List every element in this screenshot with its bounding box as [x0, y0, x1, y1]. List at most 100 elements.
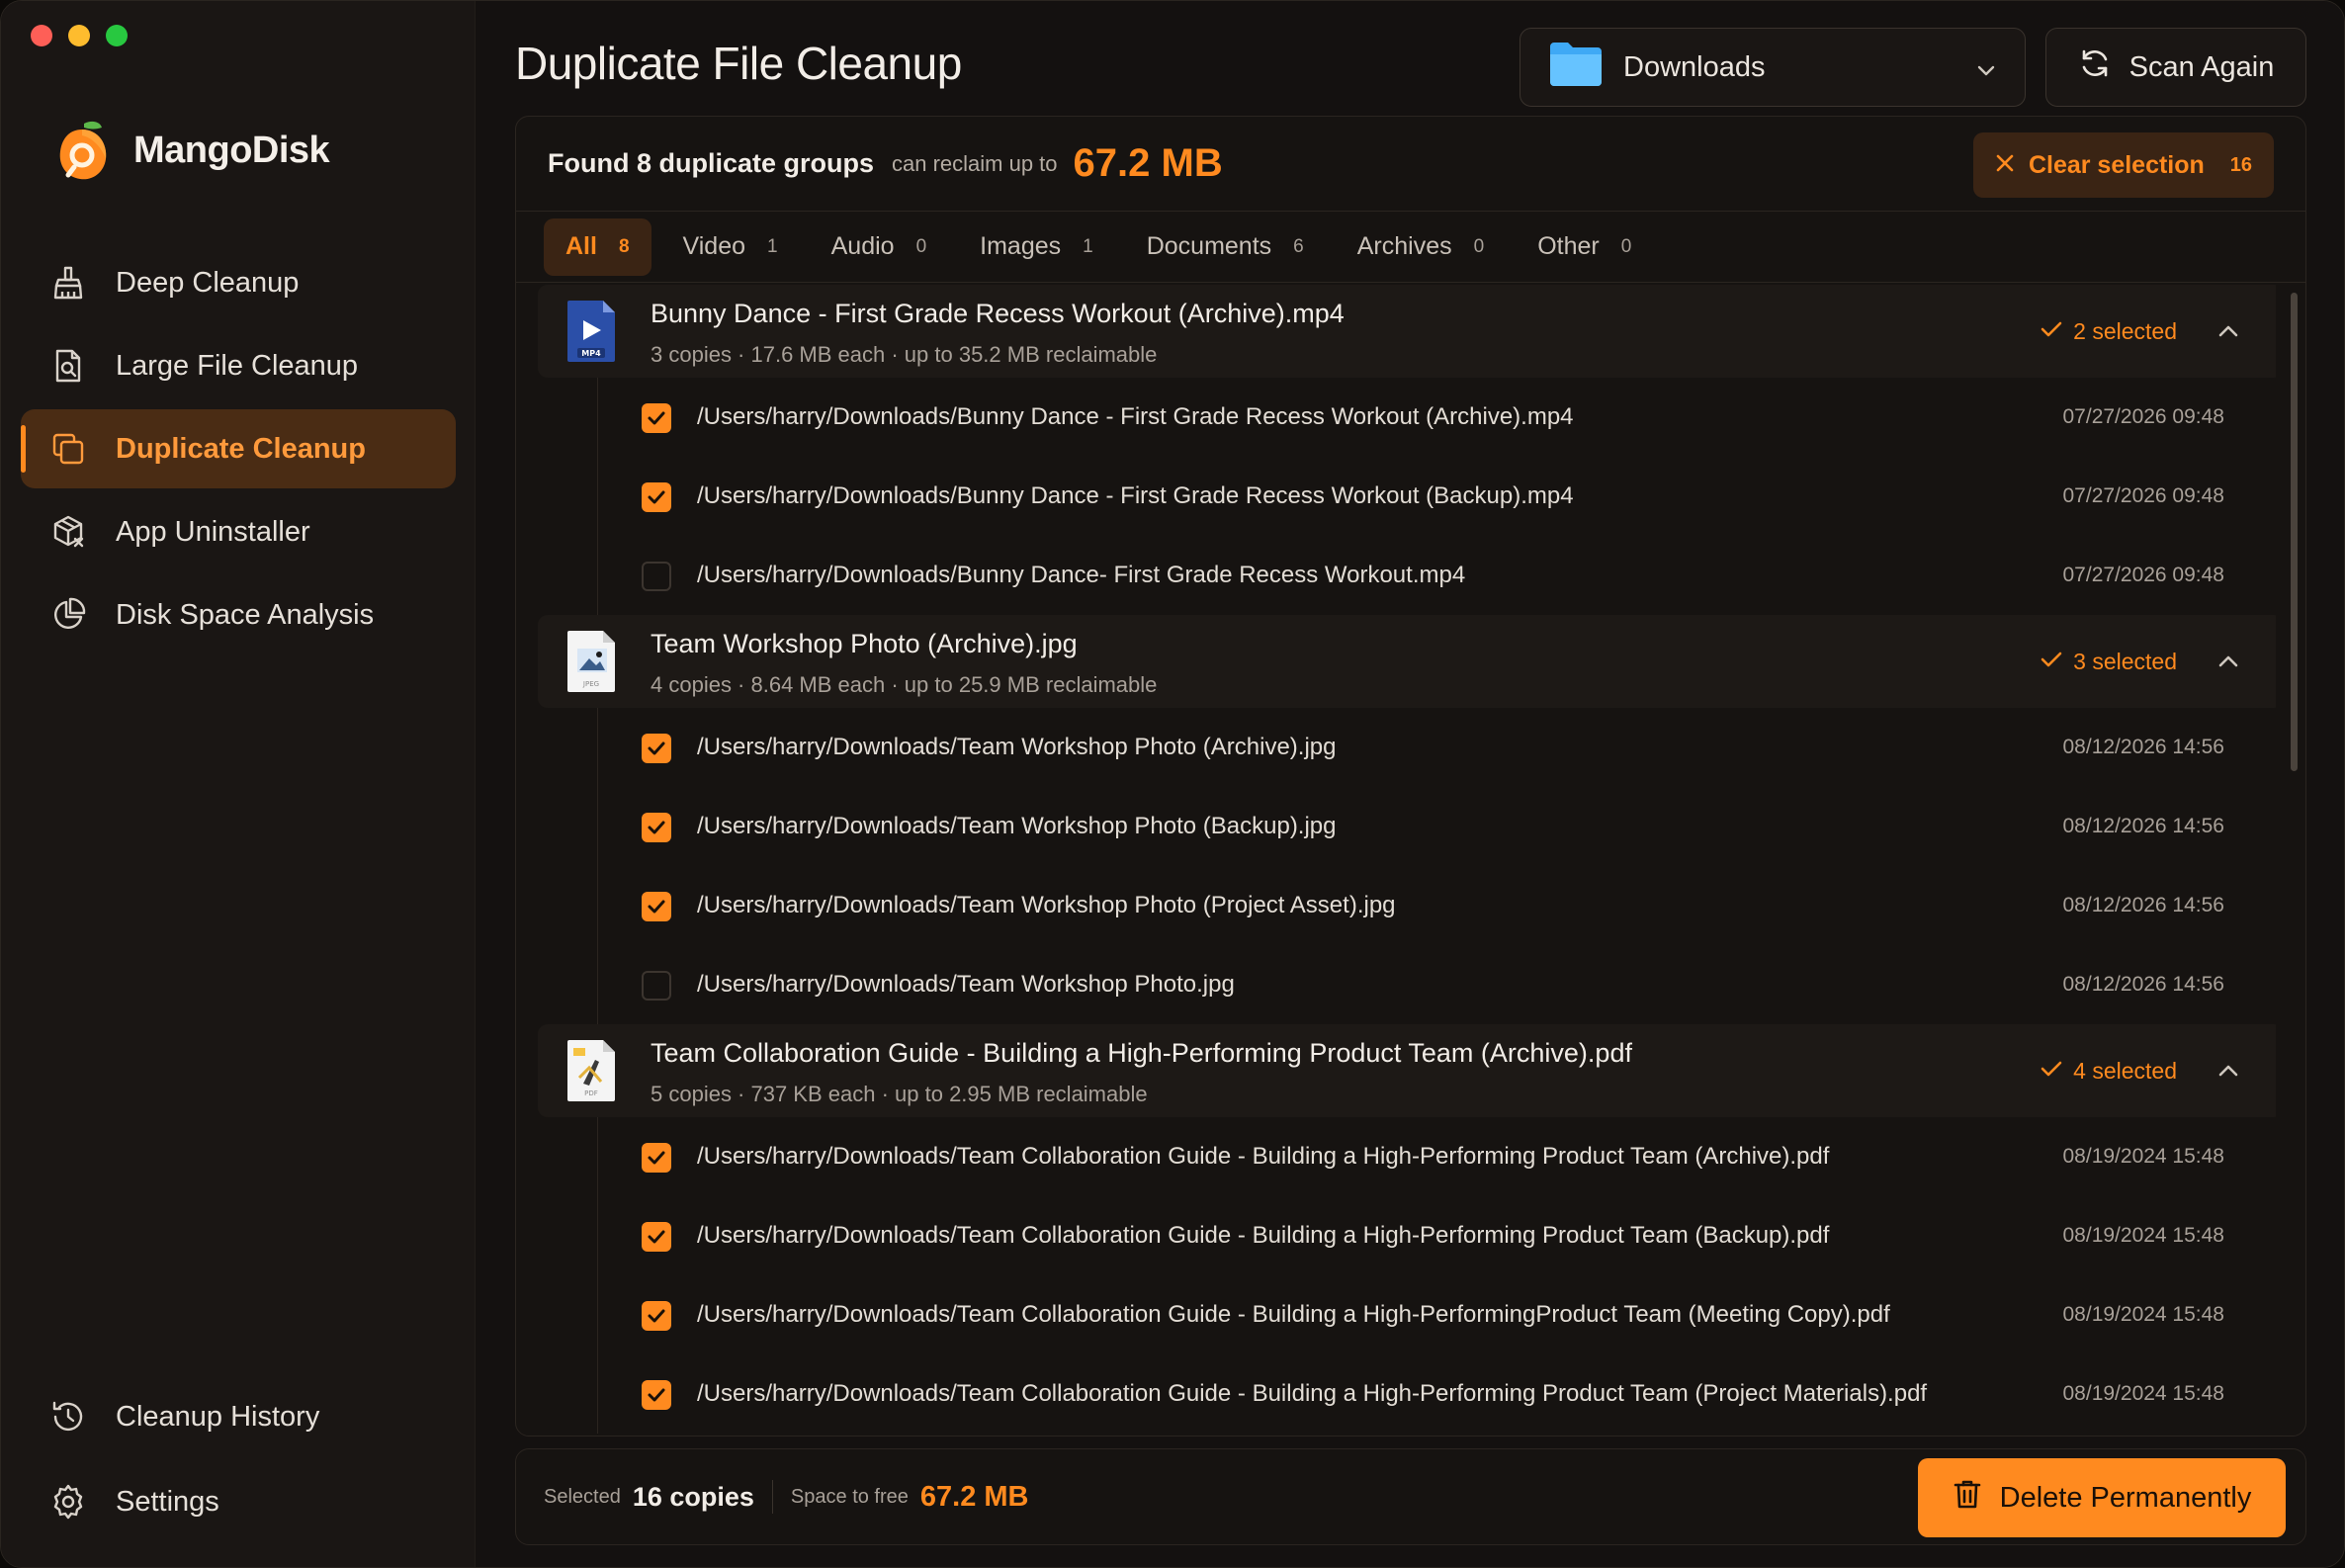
reclaim-label: can reclaim up to — [892, 150, 1058, 176]
tab-count: 1 — [1083, 235, 1093, 257]
broom-icon — [48, 263, 88, 303]
sidebar-item-label: Deep Cleanup — [116, 266, 300, 299]
tab-audio[interactable]: Audio 0 — [810, 218, 949, 276]
tab-count: 0 — [1620, 235, 1632, 257]
gear-icon — [48, 1482, 88, 1522]
sidebar-bottom-nav: Cleanup History Settings — [21, 1377, 456, 1547]
file-row: /Users/harry/Downloads/Team Workshop Pho… — [597, 945, 2276, 1024]
file-path: /Users/harry/Downloads/Bunny Dance- Firs… — [697, 562, 1466, 588]
file-path: /Users/harry/Downloads/Team Collaboratio… — [697, 1143, 1830, 1170]
sidebar: MangoDisk Deep Cleanup Large File Cleanu… — [1, 1, 476, 1567]
reclaim-value: 67.2 MB — [1073, 141, 1223, 185]
group-header[interactable]: MP4 Bunny Dance - First Grade Recess Wor… — [538, 285, 2276, 378]
file-checkbox[interactable] — [642, 971, 671, 1001]
tab-count: 1 — [767, 235, 778, 257]
sidebar-item-settings[interactable]: Settings — [21, 1462, 456, 1541]
tab-label: Images — [980, 232, 1062, 260]
check-icon — [2040, 1058, 2063, 1085]
tab-label: Documents — [1146, 232, 1272, 260]
group-header[interactable]: JPEG Team Workshop Photo (Archive).jpg 4… — [538, 615, 2276, 708]
file-date: 08/19/2024 15:48 — [2062, 1303, 2225, 1326]
app-name: MangoDisk — [133, 129, 330, 171]
file-row: /Users/harry/Downloads/Bunny Dance- Firs… — [597, 536, 2276, 615]
tab-other[interactable]: Other 0 — [1516, 218, 1653, 276]
pie-chart-icon — [48, 595, 88, 635]
file-checkbox[interactable] — [642, 403, 671, 433]
file-date: 07/27/2026 09:48 — [2062, 484, 2225, 507]
group-meta: 5 copies · 737 KB each · up to 2.95 MB r… — [651, 1082, 1148, 1106]
file-checkbox[interactable] — [642, 562, 671, 591]
folder-select-value: Downloads — [1623, 50, 1766, 83]
found-count-text: Found 8 duplicate groups — [548, 148, 874, 178]
sidebar-item-cleanup-history[interactable]: Cleanup History — [21, 1377, 456, 1456]
selection-footer: Selected 16 copies Space to free 67.2 MB… — [515, 1448, 2306, 1545]
group-selected-count: 2 selected — [2040, 318, 2177, 345]
sidebar-item-label: Duplicate Cleanup — [116, 432, 366, 465]
chevron-up-icon[interactable] — [2216, 651, 2240, 677]
space-to-free-label: Space to free — [790, 1485, 909, 1508]
delete-permanently-button[interactable]: Delete Permanently — [1918, 1458, 2286, 1537]
sidebar-item-app-uninstaller[interactable]: App Uninstaller — [21, 492, 456, 571]
list-scrollbar[interactable] — [2291, 293, 2298, 771]
zoom-window-button[interactable] — [106, 25, 128, 46]
chevron-up-icon[interactable] — [2216, 1060, 2240, 1087]
file-row: /Users/harry/Downloads/Team Collaboratio… — [597, 1117, 2276, 1196]
file-checkbox[interactable] — [642, 1222, 671, 1252]
file-checkbox[interactable] — [642, 1143, 671, 1173]
clear-selection-button[interactable]: Clear selection 16 — [1973, 132, 2274, 198]
minimize-window-button[interactable] — [68, 25, 90, 46]
svg-text:MP4: MP4 — [581, 349, 601, 358]
tab-count: 0 — [1473, 235, 1485, 257]
file-path: /Users/harry/Downloads/Team Workshop Pho… — [697, 971, 1235, 998]
tab-documents[interactable]: Documents 6 — [1125, 218, 1326, 276]
group-header[interactable]: PDF Team Collaboration Guide - Building … — [538, 1024, 2276, 1117]
sidebar-item-label: App Uninstaller — [116, 515, 310, 548]
scan-again-button[interactable]: Scan Again — [2045, 28, 2306, 107]
file-date: 08/12/2026 14:56 — [2062, 894, 2225, 916]
tab-label: Video — [682, 232, 746, 260]
file-date: 08/19/2024 15:48 — [2062, 1382, 2225, 1405]
close-window-button[interactable] — [31, 25, 52, 46]
file-path: /Users/harry/Downloads/Team Collaboratio… — [697, 1301, 1890, 1328]
svg-text:JPEG: JPEG — [582, 680, 599, 688]
tab-video[interactable]: Video 1 — [661, 218, 800, 276]
file-path: /Users/harry/Downloads/Bunny Dance - Fir… — [697, 403, 1574, 430]
file-date: 08/19/2024 15:48 — [2062, 1224, 2225, 1247]
selected-label: Selected — [544, 1485, 621, 1508]
tab-all[interactable]: All 8 — [544, 218, 651, 276]
sidebar-nav: Deep Cleanup Large File Cleanup Duplicat… — [21, 243, 456, 658]
file-checkbox[interactable] — [642, 482, 671, 512]
sidebar-item-deep-cleanup[interactable]: Deep Cleanup — [21, 243, 456, 322]
close-icon — [1995, 151, 2015, 180]
tab-label: Archives — [1356, 232, 1452, 260]
tab-count: 0 — [915, 235, 927, 257]
tab-images[interactable]: Images 1 — [958, 218, 1115, 276]
chevron-up-icon[interactable] — [2216, 320, 2240, 347]
file-path: /Users/harry/Downloads/Team Collaboratio… — [697, 1222, 1830, 1249]
sidebar-item-label: Large File Cleanup — [116, 349, 359, 382]
file-checkbox[interactable] — [642, 1380, 671, 1410]
sidebar-item-label: Settings — [116, 1485, 219, 1518]
pdf-file-icon: PDF — [565, 1038, 619, 1103]
folder-select[interactable]: Downloads — [1520, 28, 2026, 107]
group-meta: 3 copies · 17.6 MB each · up to 35.2 MB … — [651, 342, 1158, 367]
file-checkbox[interactable] — [642, 892, 671, 921]
file-path: /Users/harry/Downloads/Team Workshop Pho… — [697, 734, 1337, 760]
summary-bar: Found 8 duplicate groups can reclaim up … — [516, 117, 2305, 212]
file-date: 07/27/2026 09:48 — [2062, 564, 2225, 586]
check-icon — [2040, 318, 2063, 345]
sidebar-item-duplicate-cleanup[interactable]: Duplicate Cleanup — [21, 409, 456, 488]
file-search-icon — [48, 346, 88, 386]
file-checkbox[interactable] — [642, 734, 671, 763]
package-remove-icon — [48, 512, 88, 552]
group-title: Team Workshop Photo (Archive).jpg — [651, 629, 1078, 658]
image-file-icon: JPEG — [565, 629, 619, 694]
group-selected-label: 3 selected — [2073, 649, 2177, 674]
file-checkbox[interactable] — [642, 1301, 671, 1331]
tab-archives[interactable]: Archives 0 — [1336, 218, 1506, 276]
file-date: 08/12/2026 14:56 — [2062, 736, 2225, 758]
sidebar-item-large-file-cleanup[interactable]: Large File Cleanup — [21, 326, 456, 405]
sidebar-item-disk-space-analysis[interactable]: Disk Space Analysis — [21, 575, 456, 654]
refresh-icon — [2078, 46, 2112, 88]
file-checkbox[interactable] — [642, 813, 671, 842]
